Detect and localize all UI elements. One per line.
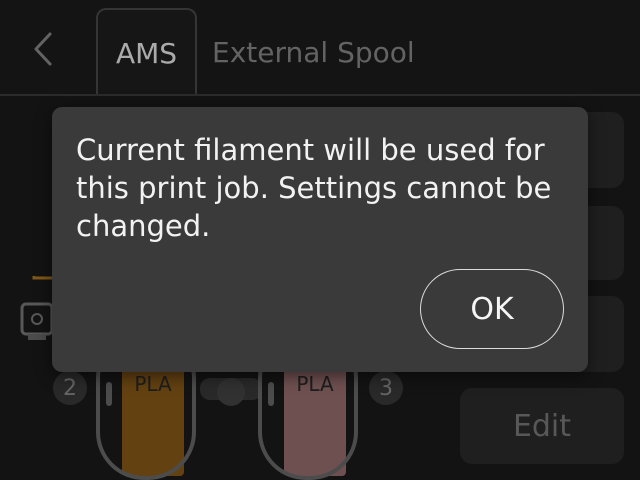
- dialog-message: Current filament will be used for this p…: [76, 133, 552, 243]
- ok-button[interactable]: OK: [420, 269, 564, 349]
- confirmation-dialog: Current filament will be used for this p…: [52, 107, 588, 372]
